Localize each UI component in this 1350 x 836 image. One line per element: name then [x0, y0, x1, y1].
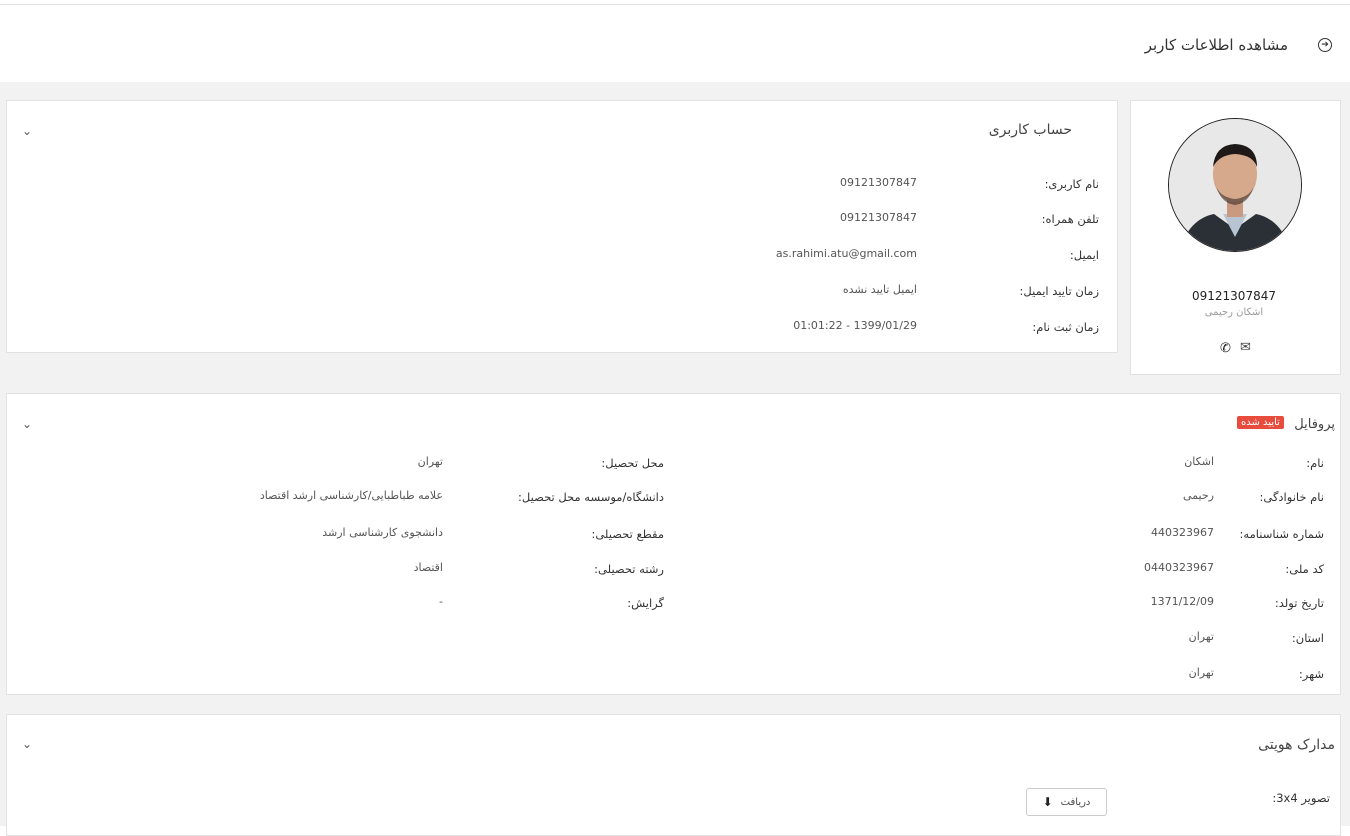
account-label-email-verified: زمان تایید ایمیل:	[1019, 284, 1099, 298]
collapse-account-chevron-icon[interactable]: ⌄	[22, 124, 32, 138]
profile-value-birthdate: 1371/12/09	[1150, 595, 1214, 608]
profile-value-university: علامه طباطبایی/کارشناسی ارشد اقتصاد	[259, 489, 443, 502]
collapse-documents-chevron-icon[interactable]: ⌄	[22, 737, 32, 751]
profile-label-province: استان:	[1291, 631, 1324, 645]
profile-value-idnumber: 440323967	[1151, 526, 1214, 539]
profile-label-idnumber: شماره شناسنامه:	[1239, 527, 1324, 541]
profile-label-city: شهر:	[1298, 667, 1324, 681]
profile-label-study-place: محل تحصیل:	[601, 456, 664, 470]
profile-value-city: تهران	[1188, 666, 1214, 679]
profile-label-lastname: نام خانوادگی:	[1259, 490, 1325, 504]
account-value-mobile: 09121307847	[840, 211, 917, 224]
account-card	[6, 100, 1118, 353]
profile-value-orientation: -	[439, 595, 443, 608]
download-label: دریافت	[1060, 796, 1091, 808]
profile-value-degree: دانشجوی کارشناسی ارشد	[322, 526, 443, 539]
profile-card	[6, 393, 1341, 695]
download-button[interactable]: دریافت ⬇	[1026, 788, 1107, 816]
page-title: مشاهده اطلاعات کاربر	[1144, 36, 1288, 54]
status-badge: تایید شده	[1237, 416, 1284, 429]
download-icon: ⬇	[1042, 795, 1053, 809]
account-label-mobile: تلفن همراه:	[1041, 212, 1099, 226]
account-label-username: نام کاربری:	[1044, 177, 1099, 191]
page-header: ➔ مشاهده اطلاعات کاربر	[0, 5, 1350, 83]
documents-card	[6, 714, 1341, 836]
summary-username: 09121307847	[1192, 289, 1276, 303]
profile-value-field: اقتصاد	[413, 561, 443, 574]
avatar-photo	[1169, 119, 1301, 251]
account-value-email: as.rahimi.atu@gmail.com	[775, 247, 917, 260]
profile-value-nationalcode: 0440323967	[1144, 561, 1214, 574]
profile-label-birthdate: تاریخ تولد:	[1274, 596, 1324, 610]
account-value-registered: 1399/01/29 - 01:01:22	[793, 319, 917, 332]
account-label-email: ایمیل:	[1069, 248, 1099, 262]
summary-fullname: اشکان رحیمی	[1204, 307, 1264, 318]
profile-label-orientation: گرایش:	[627, 596, 664, 610]
profile-value-study-place: تهران	[417, 455, 443, 468]
account-label-registered: زمان ثبت نام:	[1032, 320, 1099, 334]
profile-label-field: رشته تحصیلی:	[594, 562, 664, 576]
profile-label-nationalcode: کد ملی:	[1285, 562, 1324, 576]
account-value-email-verified: ایمیل تایید نشده	[842, 283, 917, 296]
profile-value-firstname: اشکان	[1184, 455, 1214, 468]
profile-value-lastname: رحیمی	[1183, 489, 1214, 502]
profile-label-university: دانشگاه/موسسه محل تحصیل:	[518, 490, 664, 504]
profile-label-degree: مقطع تحصیلی:	[591, 527, 664, 541]
phone-icon[interactable]: ✆	[1220, 341, 1231, 356]
account-title: حساب کاربری	[988, 122, 1072, 138]
account-value-username: 09121307847	[840, 176, 917, 189]
collapse-profile-chevron-icon[interactable]: ⌄	[22, 417, 32, 431]
profile-value-province: تهران	[1188, 630, 1214, 643]
documents-photo-label: تصویر 3x4:	[1272, 791, 1330, 805]
mail-icon[interactable]: ✉	[1240, 340, 1251, 355]
profile-label-firstname: نام:	[1306, 456, 1324, 470]
avatar	[1168, 118, 1302, 252]
documents-title: مدارک هویتی	[1258, 737, 1335, 753]
arrow-circle-icon: ➔	[1318, 38, 1332, 52]
profile-title: پروفایل	[1294, 417, 1335, 432]
